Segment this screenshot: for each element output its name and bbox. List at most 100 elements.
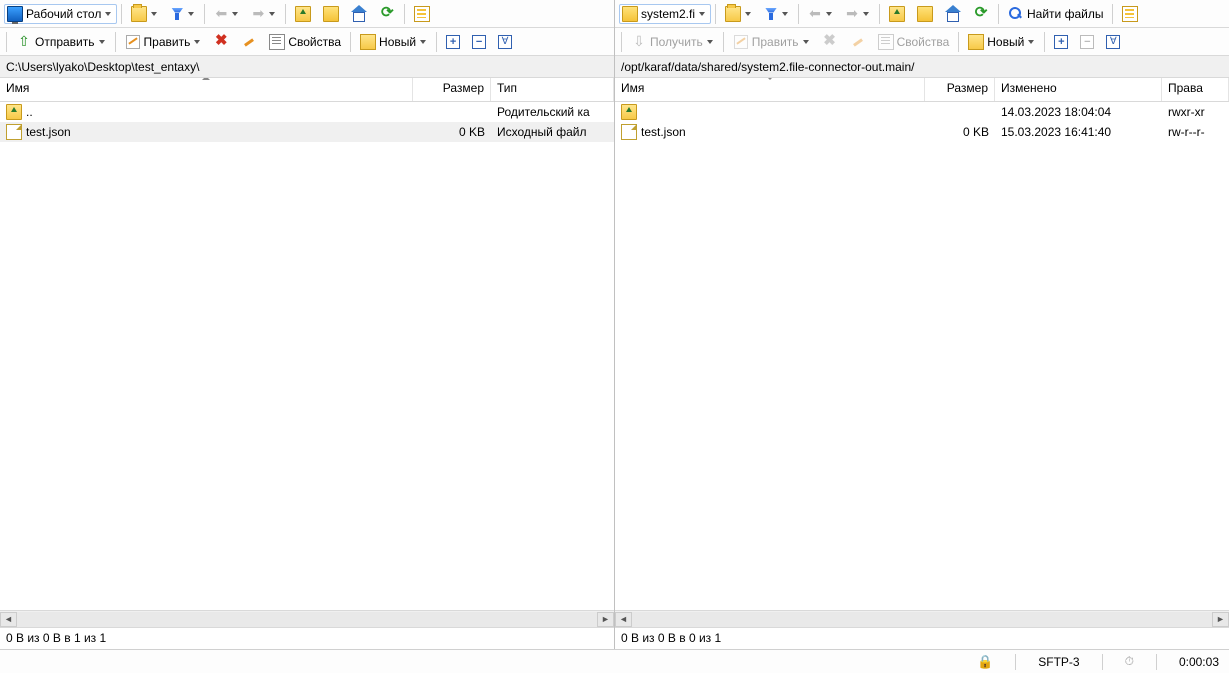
delete-button[interactable]: ✖ — [208, 31, 234, 53]
chevron-down-icon — [99, 38, 106, 45]
filter-button[interactable] — [165, 4, 200, 24]
chevron-down-icon — [232, 10, 239, 17]
cell-changed: 14.03.2023 18:04:04 — [995, 104, 1162, 120]
cell-size — [925, 111, 995, 113]
back-button[interactable]: ⬅ — [209, 3, 244, 25]
download-icon: ⇩ — [631, 34, 647, 50]
scroll-right-icon[interactable]: ► — [597, 612, 614, 627]
left-columns: Имя Размер Тип — [0, 78, 614, 102]
sort-asc-icon — [202, 78, 210, 80]
right-list-body[interactable]: 14.03.2023 18:04:04rwxr-xrtest.json0 KB1… — [615, 102, 1229, 610]
forward-button[interactable]: ➡ — [246, 3, 281, 25]
open-folder-button[interactable] — [720, 3, 757, 25]
col-name[interactable]: Имя — [615, 78, 925, 101]
edit-button[interactable]: Править — [120, 31, 207, 53]
left-hscroll[interactable]: ◄ ► — [0, 610, 614, 627]
folder-open-icon — [131, 6, 147, 22]
col-size[interactable]: Размер — [413, 78, 491, 101]
cell-rights: rwxr-xr — [1162, 104, 1229, 120]
sort-desc-icon — [766, 78, 774, 80]
col-rights[interactable]: Права — [1162, 78, 1229, 101]
select-button[interactable]: ∀ — [493, 32, 517, 52]
properties-button[interactable]: Свойства — [873, 31, 955, 53]
cell-name: test.json — [0, 123, 413, 141]
send-label: Отправить — [35, 35, 95, 49]
cell-name: test.json — [615, 123, 925, 141]
col-changed[interactable]: Изменено — [995, 78, 1162, 101]
chevron-down-icon — [188, 10, 195, 17]
new-label: Новый — [379, 35, 416, 49]
home-button[interactable] — [940, 3, 966, 25]
refresh-button[interactable]: ⟳ — [374, 3, 400, 25]
scroll-left-icon[interactable]: ◄ — [615, 612, 632, 627]
plus-icon: + — [446, 35, 460, 49]
filter-icon — [170, 7, 184, 21]
edit-button[interactable]: Править — [728, 31, 815, 53]
col-type[interactable]: Тип — [491, 78, 614, 101]
properties-button[interactable]: Свойства — [264, 31, 346, 53]
right-toolbar-1: system2.fi ⬅ ➡ ⟳ Найти файлы — [615, 0, 1229, 28]
scroll-track[interactable] — [17, 612, 597, 627]
scroll-right-icon[interactable]: ► — [1212, 612, 1229, 627]
refresh-button[interactable]: ⟳ — [968, 3, 994, 25]
properties-label: Свойства — [288, 35, 341, 49]
cell-name: .. — [0, 103, 413, 121]
tree-button[interactable] — [409, 3, 435, 25]
expand-all-button[interactable]: + — [1049, 32, 1073, 52]
search-icon — [1008, 6, 1024, 22]
scroll-left-icon[interactable]: ◄ — [0, 612, 17, 627]
arrow-left-icon: ⬅ — [214, 6, 228, 22]
left-list-body[interactable]: ..Родительский каtest.json0 KBИсходный ф… — [0, 102, 614, 610]
chevron-down-icon — [699, 10, 706, 17]
parent-button[interactable] — [290, 3, 316, 25]
filter-button[interactable] — [759, 4, 794, 24]
root-button[interactable] — [912, 3, 938, 25]
select-icon: ∀ — [1106, 35, 1120, 49]
lock-icon: 🔒 — [977, 654, 993, 670]
chevron-down-icon — [826, 10, 833, 17]
right-hscroll[interactable]: ◄ ► — [615, 610, 1229, 627]
right-path[interactable]: /opt/karaf/data/shared/system2.file-conn… — [615, 56, 1229, 78]
forward-button[interactable]: ➡ — [840, 3, 875, 25]
table-row[interactable]: 14.03.2023 18:04:04rwxr-xr — [615, 102, 1229, 122]
folder-icon — [917, 6, 933, 22]
location-combo-left[interactable]: Рабочий стол — [4, 4, 117, 24]
open-folder-button[interactable] — [126, 3, 163, 25]
send-button[interactable]: ⇧ Отправить — [11, 31, 111, 53]
collapse-all-button[interactable]: − — [467, 32, 491, 52]
col-name[interactable]: Имя — [0, 78, 413, 101]
root-button[interactable] — [318, 3, 344, 25]
expand-all-button[interactable]: + — [441, 32, 465, 52]
home-button[interactable] — [346, 3, 372, 25]
left-toolbar-1: Рабочий стол ⬅ ➡ ⟳ — [0, 0, 614, 28]
status-lock[interactable]: 🔒 — [973, 654, 997, 670]
table-row[interactable]: ..Родительский ка — [0, 102, 614, 122]
scroll-track[interactable] — [632, 612, 1212, 627]
rename-button[interactable] — [236, 31, 262, 53]
status-stopwatch[interactable]: ⏱ — [1121, 654, 1138, 669]
parent-button[interactable] — [884, 3, 910, 25]
new-button[interactable]: Новый — [963, 31, 1040, 53]
tree-icon — [414, 6, 430, 22]
new-button[interactable]: Новый — [355, 31, 432, 53]
receive-button[interactable]: ⇩ Получить — [626, 31, 719, 53]
select-button[interactable]: ∀ — [1101, 32, 1125, 52]
chevron-down-icon — [151, 10, 158, 17]
location-combo-right[interactable]: system2.fi — [619, 4, 711, 24]
back-button[interactable]: ⬅ — [803, 3, 838, 25]
delete-button[interactable]: ✖ — [817, 31, 843, 53]
left-path[interactable]: C:\Users\lyako\Desktop\test_entaxy\ — [0, 56, 614, 78]
cell-changed: 15.03.2023 16:41:40 — [995, 124, 1162, 140]
rename-button[interactable] — [845, 31, 871, 53]
tree-icon — [1122, 6, 1138, 22]
table-row[interactable]: test.json0 KB15.03.2023 16:41:40rw-r--r- — [615, 122, 1229, 142]
home-icon — [351, 6, 367, 22]
table-row[interactable]: test.json0 KBИсходный файл — [0, 122, 614, 142]
minus-icon: − — [472, 35, 486, 49]
folder-icon — [323, 6, 339, 22]
tree-button[interactable] — [1117, 3, 1143, 25]
collapse-all-button[interactable]: − — [1075, 32, 1099, 52]
find-files-button[interactable]: Найти файлы — [1003, 3, 1108, 25]
home-icon — [945, 6, 961, 22]
col-size[interactable]: Размер — [925, 78, 995, 101]
